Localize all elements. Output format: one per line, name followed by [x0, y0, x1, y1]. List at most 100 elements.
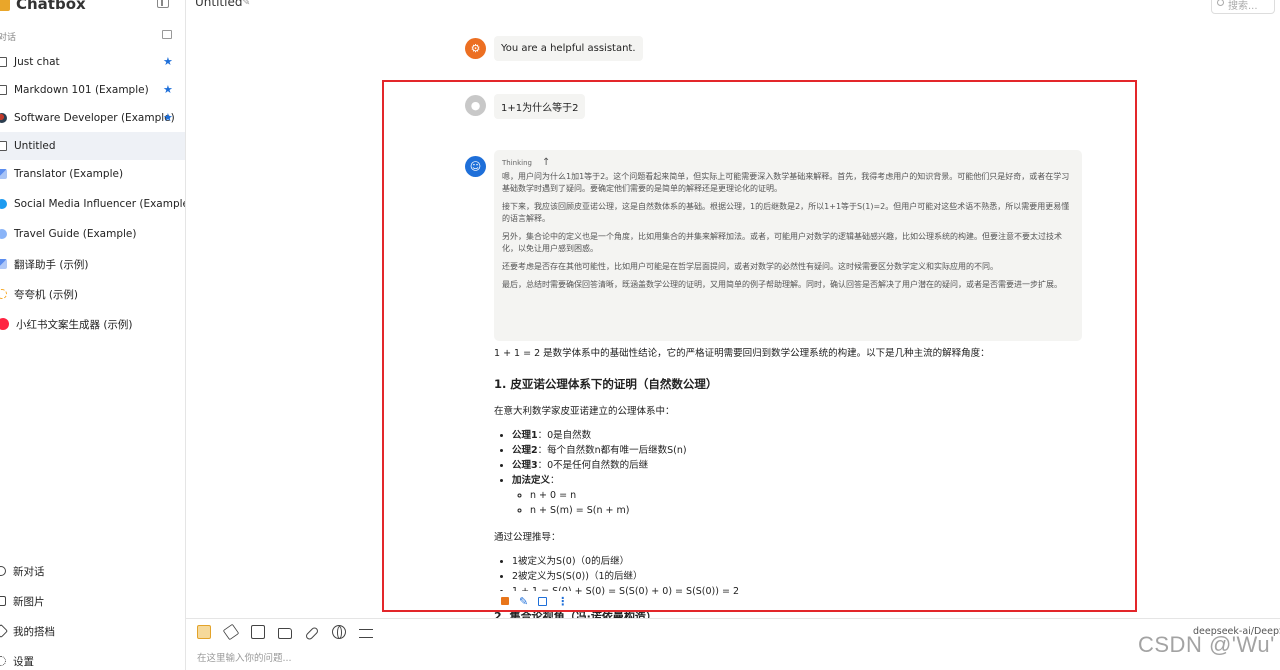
translator-avatar-icon: [0, 259, 7, 269]
search-input[interactable]: 搜索...: [1211, 0, 1275, 14]
header: Untitled ✎ 搜索...: [186, 0, 1280, 16]
thinking-paragraph: 嗯，用户问为什么1加1等于2。这个问题看起来简单，但实际上可能需要深入数学基础来…: [502, 172, 1070, 193]
link-icon[interactable]: [304, 626, 320, 641]
session-label: Markdown 101 (Example): [14, 84, 149, 96]
edit-title-icon[interactable]: ✎: [242, 0, 250, 8]
star-icon[interactable]: ★: [163, 56, 173, 67]
sidebar-collapse-icon[interactable]: [157, 0, 169, 8]
search-placeholder: 搜索...: [1228, 0, 1258, 12]
xiaohongshu-logo-icon: [0, 318, 9, 330]
travel-avatar-icon: [0, 229, 7, 239]
sliders-icon[interactable]: [359, 628, 373, 638]
search-icon: [1217, 0, 1224, 6]
list-item: 公理1：0是自然数: [512, 428, 1094, 443]
watermark: CSDN @'Wu': [1138, 632, 1275, 657]
list-item: 公理3：0不是任何自然数的后继: [512, 458, 1094, 473]
settings-button[interactable]: 设置: [0, 646, 185, 670]
axiom-text: ：: [550, 475, 560, 486]
list-item: 公理2：每个自然数n都有唯一后继数S(n): [512, 443, 1094, 458]
folder-icon[interactable]: [278, 627, 292, 639]
session-item-xiaohongshu[interactable]: 小红书文案生成器 (示例): [0, 309, 185, 339]
thinking-paragraph: 最后，总结时需要确保回答清晰，既涵盖数学公理的证明，又用简单的例子帮助理解。同时…: [502, 280, 1062, 289]
session-item-untitled[interactable]: Untitled: [0, 132, 185, 160]
star-icon[interactable]: ★: [163, 84, 173, 95]
axiom-name: 加法定义: [512, 475, 551, 486]
list-item: n + S(m) = S(n + m): [530, 503, 1094, 518]
list-item: 加法定义： n + 0 = n n + S(m) = S(n + m): [512, 473, 1094, 518]
app-name: Chatbox: [16, 0, 86, 13]
assistant-avatar-icon: ☺: [465, 156, 486, 177]
archive-icon[interactable]: [162, 30, 172, 39]
sidebar: Chatbox 对话 Just chat ★ Markdown 101 (Exa…: [0, 0, 186, 670]
page-title: Untitled: [195, 0, 243, 9]
session-label: Software Developer (Example): [14, 112, 175, 124]
settings-label: 设置: [13, 655, 34, 668]
edit-icon[interactable]: ✎: [519, 595, 528, 608]
new-image-button[interactable]: 新图片: [0, 586, 185, 616]
session-label: 翻译助手 (示例): [14, 258, 89, 271]
session-list: Just chat ★ Markdown 101 (Example) ★ Sof…: [0, 48, 185, 339]
answer-heading: 1. 皮亚诺公理体系下的证明（自然数公理）: [494, 377, 718, 391]
list-item: n + 0 = n: [530, 488, 1094, 503]
axiom-name: 公理2: [512, 445, 538, 456]
eraser-icon[interactable]: [222, 623, 240, 641]
image-icon[interactable]: [251, 625, 265, 639]
session-item-social-media[interactable]: Social Media Influencer (Example): [0, 188, 185, 219]
derivation-list: 1被定义为S(0)（0的后继） 2被定义为S(S(0))（1的后继） 1 + 1…: [494, 554, 1094, 599]
session-label: Social Media Influencer (Example): [14, 197, 186, 210]
star-icon[interactable]: ★: [163, 112, 173, 123]
thinking-panel: Thinking ↑ 嗯，用户问为什么1加1等于2。这个问题看起来简单，但实际上…: [494, 150, 1082, 341]
globe-icon[interactable]: [332, 625, 346, 639]
system-message: You are a helpful assistant.: [494, 36, 643, 61]
user-avatar-icon: ●: [465, 95, 486, 116]
axiom-name: 公理1: [512, 430, 538, 441]
copy-icon[interactable]: [538, 596, 548, 606]
session-label: Travel Guide (Example): [14, 228, 137, 240]
new-chat-label: 新对话: [13, 565, 45, 578]
thinking-paragraph: 接下来，我应该回顾皮亚诺公理，这是自然数体系的基础。根据公理，1的后继数是2，所…: [502, 202, 1070, 223]
thinking-header[interactable]: Thinking ↑: [502, 157, 1074, 168]
session-item-markdown[interactable]: Markdown 101 (Example) ★: [0, 76, 185, 104]
session-item-fanyi[interactable]: 翻译助手 (示例): [0, 249, 185, 279]
session-label: Translator (Example): [14, 168, 124, 180]
thinking-label: Thinking: [502, 158, 532, 167]
addition-rules: n + 0 = n n + S(m) = S(n + m): [512, 488, 1094, 518]
session-label: 小红书文案生成器 (示例): [16, 318, 133, 331]
sparkle-avatar-icon: [0, 289, 7, 299]
axiom-text: ：0不是任何自然数的后继: [537, 460, 649, 471]
session-item-travel-guide[interactable]: Travel Guide (Example): [0, 219, 185, 249]
translator-avatar-icon: [0, 169, 7, 179]
session-item-software-developer[interactable]: Software Developer (Example) ★: [0, 104, 185, 132]
system-avatar-icon: ⚙: [465, 38, 486, 59]
sidebar-actions: 新对话 新图片 我的搭档 设置: [0, 556, 185, 670]
more-icon[interactable]: ⋮: [557, 595, 568, 608]
new-chat-button[interactable]: 新对话: [0, 556, 185, 586]
session-label: Untitled: [14, 140, 56, 152]
thinking-paragraph: 另外，集合论中的定义也是一个角度，比如用集合的并集来解释加法。或者，可能用户对数…: [502, 232, 1062, 253]
user-message: 1+1为什么等于2: [494, 94, 586, 119]
new-image-label: 新图片: [13, 595, 45, 608]
model-settings-icon[interactable]: [197, 625, 211, 639]
collapse-arrow-icon[interactable]: ↑: [542, 157, 550, 168]
image-icon: [0, 596, 6, 606]
answer-intro: 1 + 1 = 2 是数学体系中的基础性结论，它的严格证明需要回归到数学公理系统…: [494, 348, 990, 359]
gear-icon: [0, 656, 6, 666]
session-label: Just chat: [14, 56, 60, 68]
my-copilots-button[interactable]: 我的搭档: [0, 616, 185, 646]
session-item-kuakua[interactable]: 夸夸机 (示例): [0, 279, 185, 309]
list-item: 1被定义为S(0)（0的后继）: [512, 554, 1094, 569]
axiom-text: ：0是自然数: [537, 430, 592, 441]
session-item-just-chat[interactable]: Just chat ★: [0, 48, 185, 76]
section-label: 对话: [0, 33, 17, 43]
stop-icon[interactable]: [501, 597, 509, 605]
list-item: 2被定义为S(S(0))（1的后继）: [512, 569, 1094, 584]
message-input[interactable]: [197, 651, 1097, 665]
answer-paragraph: 在意大利数学家皮亚诺建立的公理体系中：: [494, 406, 675, 417]
chat-icon: [0, 57, 7, 67]
session-item-translator[interactable]: Translator (Example): [0, 160, 185, 188]
plus-circle-icon: [0, 566, 6, 576]
list-item: 1 + 1 = S(0) + S(0) = S(S(0) + 0) = S(S(…: [512, 584, 1094, 599]
chatbox-logo-icon: [0, 0, 10, 11]
developer-avatar-icon: [0, 113, 7, 123]
axiom-name: 公理3: [512, 460, 538, 471]
